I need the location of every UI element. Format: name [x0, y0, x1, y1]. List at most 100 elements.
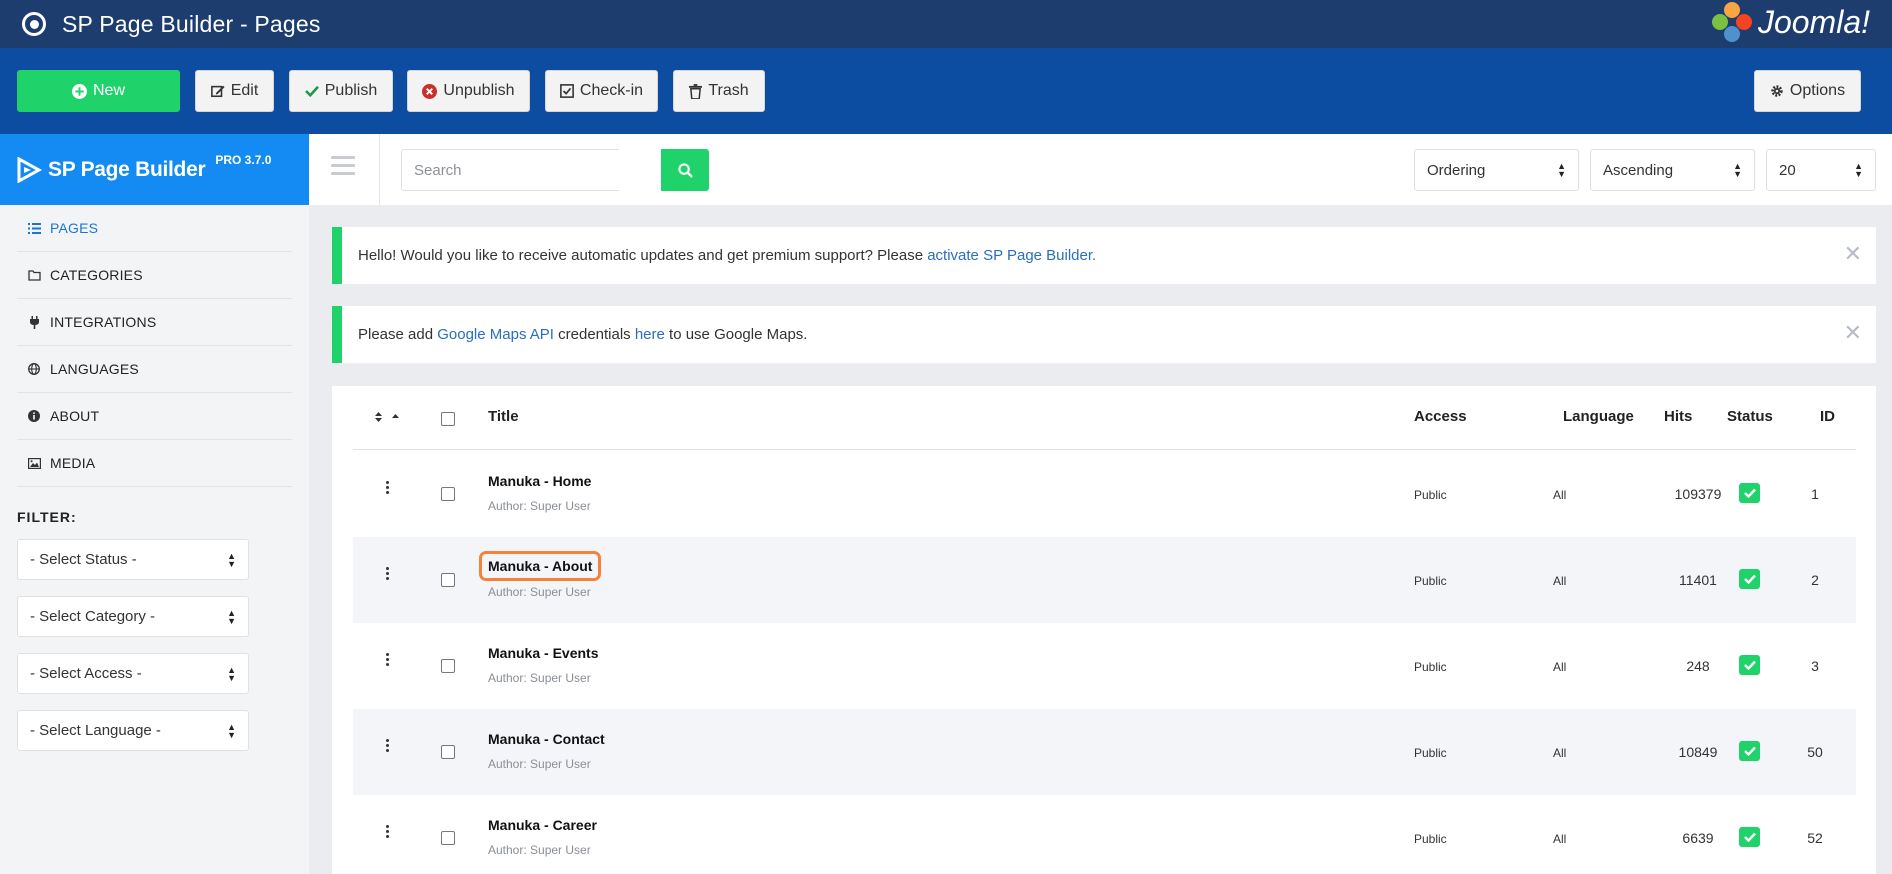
ordering-sort-icon[interactable] [374, 410, 404, 427]
page-access: Public [1414, 660, 1447, 674]
sidebar-item-label: CATEGORIES [50, 267, 143, 283]
gear-icon [1771, 85, 1783, 97]
joomla-logo-icon [1711, 2, 1752, 42]
direction-value: Ascending [1603, 161, 1674, 179]
folder-icon [27, 269, 41, 281]
page-title-link[interactable]: Manuka - Career [488, 817, 597, 833]
page-id: 50 [1807, 744, 1823, 760]
info-icon [27, 410, 41, 422]
search-button[interactable] [661, 149, 709, 191]
edit-button[interactable]: Edit [195, 70, 274, 112]
page-title-link[interactable]: Manuka - About [478, 551, 602, 581]
drag-handle-icon[interactable] [386, 739, 390, 752]
filter-label: FILTER: [17, 509, 77, 525]
sidebar-item-label: PAGES [50, 220, 99, 236]
row-checkbox[interactable] [441, 573, 455, 587]
select-all-checkbox[interactable] [441, 412, 455, 426]
page-author: Author: Super User [488, 671, 591, 685]
times-circle-icon [422, 83, 438, 99]
close-icon[interactable]: ✕ [1844, 243, 1862, 265]
published-status-icon[interactable] [1739, 741, 1760, 761]
ordering-value: Ordering [1427, 161, 1486, 179]
page-id: 1 [1811, 486, 1819, 502]
published-status-icon[interactable] [1739, 569, 1760, 589]
table-row: Manuka - Career Author: Super User Publi… [353, 795, 1856, 874]
drag-handle-icon[interactable] [386, 653, 390, 666]
page-hits: 6639 [1682, 830, 1714, 846]
page-language: All [1553, 574, 1567, 588]
access-filter-select[interactable]: - Select Access - ▲ ▼ [17, 653, 249, 694]
column-access[interactable]: Access [1414, 408, 1467, 425]
checkin-button[interactable]: Check-in [545, 70, 658, 112]
row-checkbox[interactable] [441, 831, 455, 845]
sidebar-item-languages[interactable]: LANGUAGES [17, 346, 292, 393]
page-title-link[interactable]: Manuka - Home [488, 473, 591, 489]
access-filter-value: - Select Access - [30, 665, 142, 682]
pages-table: Title Access Language Hits Status ID Man… [332, 386, 1876, 874]
ordering-select[interactable]: Ordering ▲ ▼ [1414, 149, 1579, 191]
unpublish-button[interactable]: Unpublish [407, 70, 530, 112]
table-row: Manuka - Home Author: Super User Public … [353, 451, 1856, 537]
drag-handle-icon[interactable] [386, 567, 390, 580]
table-row: Manuka - Events Author: Super User Publi… [353, 623, 1856, 709]
column-status[interactable]: Status [1727, 408, 1773, 425]
page-title-link[interactable]: Manuka - Contact [488, 731, 605, 747]
page-language: All [1553, 746, 1567, 760]
row-checkbox[interactable] [441, 487, 455, 501]
limit-select[interactable]: 20 ▲ ▼ [1766, 149, 1876, 191]
sidebar-item-pages[interactable]: PAGES [17, 205, 292, 252]
column-title[interactable]: Title [488, 408, 519, 425]
column-language[interactable]: Language [1563, 408, 1634, 425]
published-status-icon[interactable] [1739, 483, 1760, 503]
joomla-logo-text: Joomla! [1757, 3, 1870, 40]
page-title-link[interactable]: Manuka - Events [488, 645, 598, 661]
row-checkbox[interactable] [441, 659, 455, 673]
page-author: Author: Super User [488, 585, 591, 599]
trash-button[interactable]: Trash [673, 70, 765, 112]
activate-link[interactable]: activate SP Page Builder. [927, 247, 1096, 264]
sidebar-item-categories[interactable]: CATEGORIES [17, 252, 292, 299]
options-button-label: Options [1789, 82, 1846, 99]
sort-caret-icon: ▲ ▼ [227, 607, 236, 626]
menu-toggle-icon[interactable] [331, 156, 355, 180]
search-input[interactable] [401, 149, 619, 191]
edit-icon [210, 85, 225, 98]
column-hits[interactable]: Hits [1664, 408, 1692, 425]
status-filter-select[interactable]: - Select Status - ▲ ▼ [17, 539, 249, 580]
published-status-icon[interactable] [1739, 827, 1760, 847]
drag-handle-icon[interactable] [386, 825, 390, 838]
title-bar: SP Page Builder - Pages Joomla! [0, 0, 1892, 48]
alert-text-part: credentials [553, 326, 635, 343]
status-filter-value: - Select Status - [30, 551, 137, 568]
sp-page-builder-logo: SP Page Builder [16, 156, 206, 183]
sidebar-item-about[interactable]: ABOUT [17, 393, 292, 440]
column-id[interactable]: ID [1820, 408, 1835, 425]
close-icon[interactable]: ✕ [1844, 322, 1862, 344]
here-link[interactable]: here [635, 326, 665, 343]
sidebar-item-integrations[interactable]: INTEGRATIONS [17, 299, 292, 346]
page-author: Author: Super User [488, 757, 591, 771]
drag-handle-icon[interactable] [386, 481, 390, 494]
page-language: All [1553, 488, 1567, 502]
sidebar-item-media[interactable]: MEDIA [17, 440, 292, 487]
brand-header: SP Page Builder PRO 3.7.0 [0, 134, 309, 205]
new-button[interactable]: New [17, 70, 180, 112]
image-icon [27, 457, 41, 469]
publish-button[interactable]: Publish [289, 70, 393, 112]
sp-logo-icon [17, 156, 42, 183]
page-language: All [1553, 832, 1567, 846]
published-status-icon[interactable] [1739, 655, 1760, 675]
direction-select[interactable]: Ascending ▲ ▼ [1590, 149, 1755, 191]
language-filter-select[interactable]: - Select Language - ▲ ▼ [17, 710, 249, 751]
page-hits: 248 [1686, 658, 1710, 674]
brand-name: SP Page Builder [48, 157, 206, 181]
row-checkbox[interactable] [441, 745, 455, 759]
table-header: Title Access Language Hits Status ID [353, 386, 1856, 450]
options-button[interactable]: Options [1754, 70, 1861, 112]
page-author: Author: Super User [488, 843, 591, 857]
divider [379, 134, 380, 205]
google-maps-api-link[interactable]: Google Maps API [437, 326, 554, 343]
category-filter-select[interactable]: - Select Category - ▲ ▼ [17, 596, 249, 637]
globe-icon [27, 363, 41, 375]
check-icon [304, 85, 319, 97]
